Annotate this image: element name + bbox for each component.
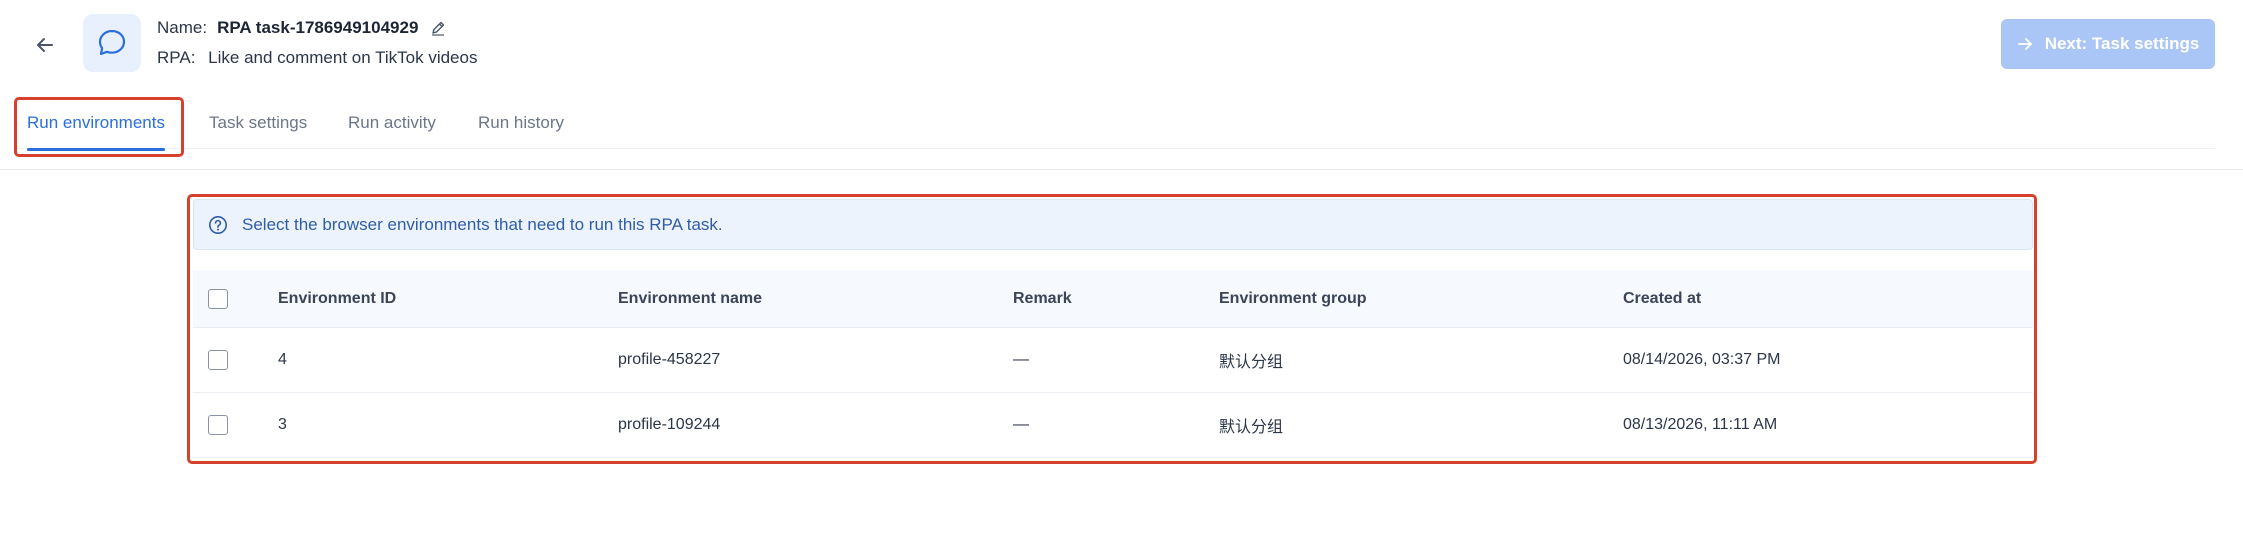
table-row[interactable]: 3 profile-109244 — 默认分组 08/13/2026, 11:1… [193, 393, 2033, 458]
row-select-cell [208, 393, 228, 457]
next-button-label: Next: Task settings [2044, 34, 2200, 53]
col-created-at: Created at [1623, 289, 1702, 307]
env-id: 3 [278, 416, 287, 433]
env-remark: — [1013, 351, 1029, 368]
row-select-cell [208, 328, 228, 392]
col-environment-name: Environment name [618, 289, 763, 307]
rpa-line: RPA: Like and comment on TikTok videos [157, 48, 477, 68]
table-row[interactable]: 4 profile-458227 — 默认分组 08/14/2026, 03:3… [193, 328, 2033, 393]
pencil-edit-icon[interactable] [430, 20, 446, 36]
col-environment-group: Environment group [1219, 289, 1367, 307]
tab-bar: Run environments Task settings Run activ… [15, 97, 2215, 151]
col-environment-id: Environment ID [278, 289, 397, 307]
next-task-settings-button[interactable]: Next: Task settings [2001, 19, 2215, 69]
page-header: Name: RPA task-1786949104929 RPA: Like a… [0, 0, 2243, 170]
back-arrow-icon[interactable] [30, 30, 60, 60]
rpa-value: Like and comment on TikTok videos [208, 48, 478, 67]
environments-table: Environment ID Environment name Remark E… [193, 270, 2033, 458]
tab-run-environments[interactable]: Run environments [27, 97, 165, 151]
row-checkbox[interactable] [208, 350, 228, 370]
env-name: profile-458227 [618, 351, 721, 368]
col-remark: Remark [1013, 289, 1072, 307]
chat-bubble-icon [98, 29, 126, 56]
task-avatar [83, 14, 141, 72]
select-all-checkbox[interactable] [208, 288, 228, 309]
env-name: profile-109244 [618, 416, 721, 433]
info-text: Select the browser environments that nee… [242, 214, 723, 234]
info-banner: Select the browser environments that nee… [193, 199, 2033, 250]
env-group: 默认分组 [1219, 419, 1284, 436]
row-checkbox[interactable] [208, 415, 228, 435]
env-id: 4 [278, 351, 287, 368]
arrow-right-icon [2017, 36, 2033, 52]
env-remark: — [1013, 416, 1029, 433]
env-created-at: 08/13/2026, 11:11 AM [1623, 416, 1778, 433]
task-name-value: RPA task-1786949104929 [217, 18, 419, 37]
select-all-cell [208, 270, 228, 327]
name-label: Name: [157, 18, 208, 37]
env-group: 默认分组 [1219, 354, 1284, 371]
table-header: Environment ID Environment name Remark E… [193, 270, 2033, 328]
rpa-label: RPA: [157, 48, 196, 67]
question-circle-icon [208, 215, 228, 235]
task-name-line: Name: RPA task-1786949104929 [157, 18, 446, 38]
tab-run-history[interactable]: Run history [478, 97, 564, 149]
tab-task-settings[interactable]: Task settings [209, 97, 307, 149]
tab-run-activity[interactable]: Run activity [348, 97, 436, 149]
env-created-at: 08/14/2026, 03:37 PM [1623, 351, 1781, 368]
